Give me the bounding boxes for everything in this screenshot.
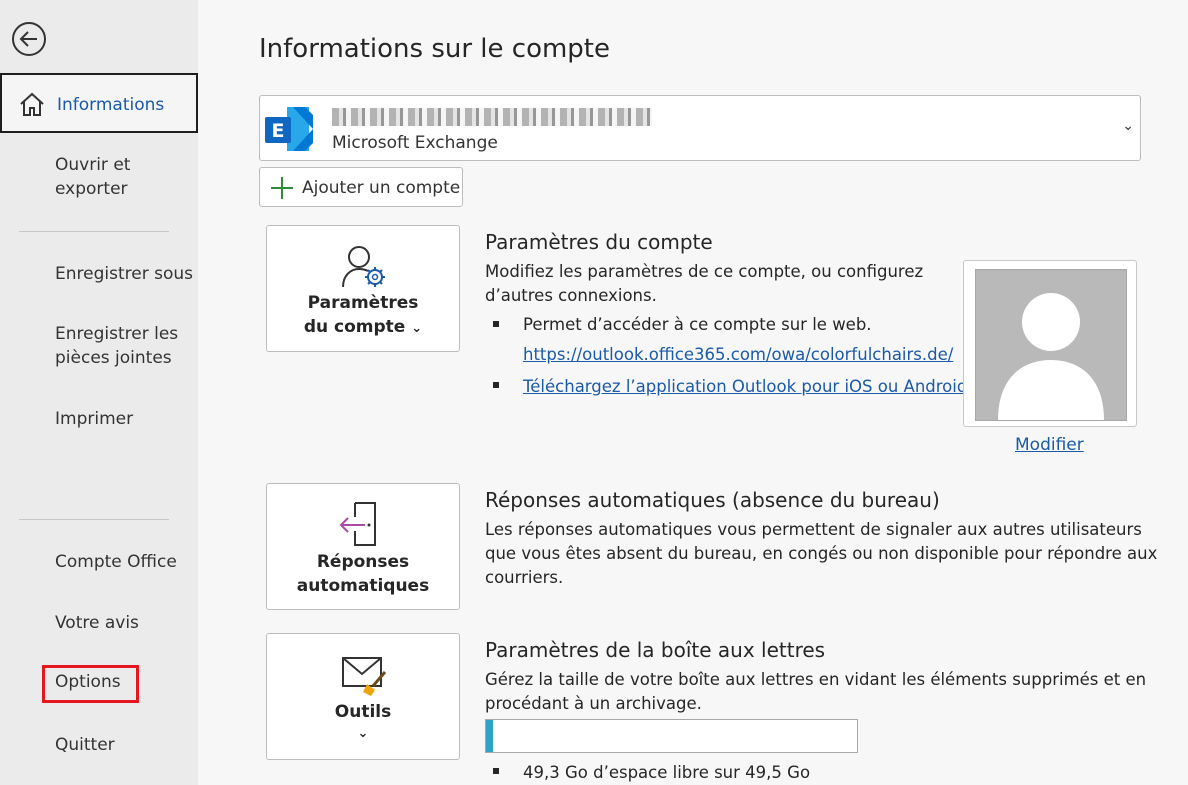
bullet-icon [493, 768, 499, 774]
account-info-pane: Informations sur le compte E Microsoft E… [200, 4, 1188, 785]
storage-progress-bar [485, 719, 858, 753]
back-arrow-icon[interactable] [12, 22, 46, 56]
account-type: Microsoft Exchange [332, 133, 498, 153]
auto-replies-tile-label: Réponses [316, 552, 410, 572]
mailbox-cleanup-icon [342, 657, 387, 696]
account-settings-icon [342, 246, 385, 288]
auto-replies-desc-1: Les réponses automatiques vous permetten… [485, 520, 1142, 539]
svg-text:E: E [272, 120, 285, 142]
profile-photo [963, 260, 1137, 427]
account-selector[interactable]: E Microsoft Exchange ⌄ [259, 95, 1141, 161]
account-settings-tile-label-2: du compte ⌄ [303, 317, 423, 337]
mailbox-desc-2: procédant à un archivage. [485, 694, 702, 713]
nav-item-quit[interactable]: Quitter [55, 733, 115, 757]
bullet-icon [493, 382, 499, 388]
auto-replies-button[interactable]: Réponses automatiques [266, 483, 460, 610]
modify-photo-link[interactable]: Modifier [1015, 435, 1084, 455]
account-settings-button[interactable]: Paramètres du compte ⌄ [266, 225, 460, 352]
bullet-icon [493, 321, 499, 327]
add-account-button[interactable]: Ajouter un compte [259, 167, 463, 207]
nav-item-save-attachments[interactable]: Enregistrer les pièces jointes [55, 322, 180, 370]
sidebar-divider [19, 519, 169, 520]
nav-item-office-account[interactable]: Compte Office [55, 550, 177, 574]
nav-item-print[interactable]: Imprimer [55, 407, 133, 431]
plus-icon [271, 177, 293, 199]
person-silhouette-icon [998, 293, 1104, 420]
mailbox-desc-1: Gérez la taille de votre boîte aux lettr… [485, 670, 1147, 689]
tools-button[interactable]: Outils ⌄ [266, 633, 460, 760]
door-arrow-icon [339, 502, 376, 546]
free-space-text: 49,3 Go d’espace libre sur 49,5 Go [523, 763, 811, 782]
exchange-icon: E [265, 107, 313, 151]
web-access-text: Permet d’accéder à ce compte sur le web. [523, 315, 872, 334]
mailbox-title: Paramètres de la boîte aux lettres [485, 638, 826, 662]
backstage-sidebar: Informations Ouvrir et exporter Enregist… [0, 0, 198, 785]
nav-item-open-export[interactable]: Ouvrir et exporter [55, 153, 165, 201]
page-title: Informations sur le compte [259, 34, 610, 64]
chevron-down-icon: ⌄ [411, 321, 423, 336]
auto-replies-tile-label-2: automatiques [296, 576, 430, 596]
chevron-down-icon: ⌄ [357, 726, 369, 741]
account-settings-title: Paramètres du compte [485, 230, 713, 254]
nav-item-feedback[interactable]: Votre avis [55, 611, 139, 635]
account-settings-desc-1: Modifiez les paramètres de ce compte, ou… [485, 262, 924, 281]
owa-link[interactable]: https://outlook.office365.com/owa/colorf… [523, 343, 953, 367]
add-account-label: Ajouter un compte [302, 178, 461, 198]
storage-progress-fill [486, 720, 494, 752]
mobile-app-link[interactable]: Téléchargez l’application Outlook pour i… [523, 375, 973, 399]
account-settings-tile-label: Paramètres [307, 293, 419, 313]
account-settings-desc-2: d’autres connexions. [485, 286, 657, 305]
nav-item-save-as[interactable]: Enregistrer sous [55, 262, 193, 286]
auto-replies-desc-2: que vous êtes absent du bureau, en congé… [485, 544, 1158, 563]
chevron-down-icon[interactable]: ⌄ [1122, 118, 1134, 134]
home-icon [20, 92, 44, 116]
nav-item-label: Informations [57, 95, 165, 115]
tools-tile-label: Outils [334, 702, 392, 722]
auto-replies-title: Réponses automatiques (absence du bureau… [485, 488, 940, 512]
nav-item-options[interactable]: Options [55, 672, 121, 692]
account-email-redacted [332, 108, 652, 126]
auto-replies-desc-3: courriers. [485, 568, 564, 587]
nav-item-informations[interactable]: Informations [0, 73, 198, 133]
sidebar-divider [19, 231, 169, 232]
